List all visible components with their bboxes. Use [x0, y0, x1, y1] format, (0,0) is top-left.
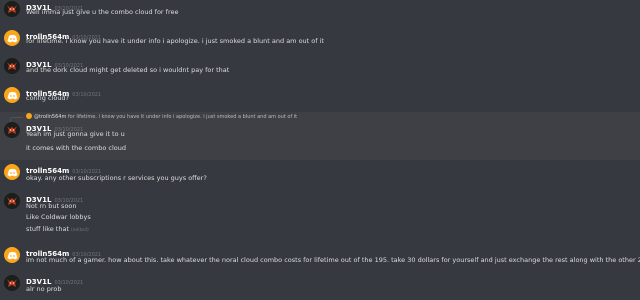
chat-messages: D3V1L 03/10/2021 Well imma just give u th…: [0, 0, 640, 300]
message-text: and the dork cloud might get deleted so …: [26, 66, 230, 74]
devil-avatar-icon[interactable]: [4, 58, 20, 74]
message-text: it comes with the combo cloud: [26, 144, 126, 152]
message-text: stuff like that: [26, 225, 70, 233]
message-header: D3V1L 03/10/2021: [26, 57, 83, 69]
message: trolln564m 03/10/2021 config cloud?: [0, 86, 640, 106]
message-header: D3V1L 03/10/2021: [26, 192, 83, 204]
message-text: im not much of a gamer. how about this. …: [26, 256, 640, 264]
message: trolln564m 03/10/2021 okay. any other sub…: [0, 163, 640, 183]
devil-avatar-icon[interactable]: [4, 1, 20, 17]
message-text-edited: stuff like that (edited): [26, 225, 89, 234]
reply-preview-text: for lifetime. i know you have it under i…: [67, 114, 298, 120]
message-header: D3V1L 03/10/2021: [26, 121, 83, 133]
discord-default-avatar-icon[interactable]: [4, 164, 20, 180]
message: D3V1L 03/10/2021 alr no prob: [0, 274, 640, 298]
message-text: Yeah im just gonna give it to u: [26, 130, 125, 138]
message-text: for lifetime. i know you have it under i…: [26, 37, 324, 45]
reply-mention[interactable]: @trolln564m: [34, 114, 66, 120]
message-header: trolln564m 03/10/2021: [26, 163, 101, 175]
reply-reference[interactable]: @trolln564m for lifetime. i know you hav…: [26, 113, 297, 120]
message: D3V1L 03/10/2021 Not rn but soon Like Col…: [0, 192, 640, 238]
message: D3V1L 03/10/2021 and the dork cloud might…: [0, 57, 640, 77]
message: trolln564m 03/10/2021 im not much of a ga…: [0, 246, 640, 266]
reply-message: @trolln564m for lifetime. i know you hav…: [0, 112, 640, 160]
message-text: config cloud?: [26, 94, 70, 102]
edited-label: (edited): [71, 228, 89, 233]
message: D3V1L 03/10/2021 Well imma just give u th…: [0, 0, 640, 20]
devil-avatar-icon[interactable]: [4, 275, 20, 291]
discord-default-avatar-icon[interactable]: [4, 87, 20, 103]
message-text: okay. any other subscriptions r services…: [26, 174, 207, 182]
message-text: Like Coldwar lobbys: [26, 213, 91, 221]
message-text: Not rn but soon: [26, 202, 77, 210]
message-header: D3V1L 03/10/2021: [26, 274, 83, 286]
devil-avatar-icon[interactable]: [4, 122, 20, 138]
reply-avatar-icon: [26, 113, 32, 119]
discord-default-avatar-icon[interactable]: [4, 247, 20, 263]
message-text: alr no prob: [26, 285, 62, 293]
devil-avatar-icon[interactable]: [4, 193, 20, 209]
message-header: trolln564m 03/10/2021: [26, 246, 101, 258]
message: trolln564m 03/10/2021 for lifetime. i kno…: [0, 29, 640, 49]
discord-default-avatar-icon[interactable]: [4, 30, 20, 46]
timestamp: 03/10/2021: [72, 92, 102, 98]
message-text: Well imma just give u the combo cloud fo…: [26, 8, 179, 16]
